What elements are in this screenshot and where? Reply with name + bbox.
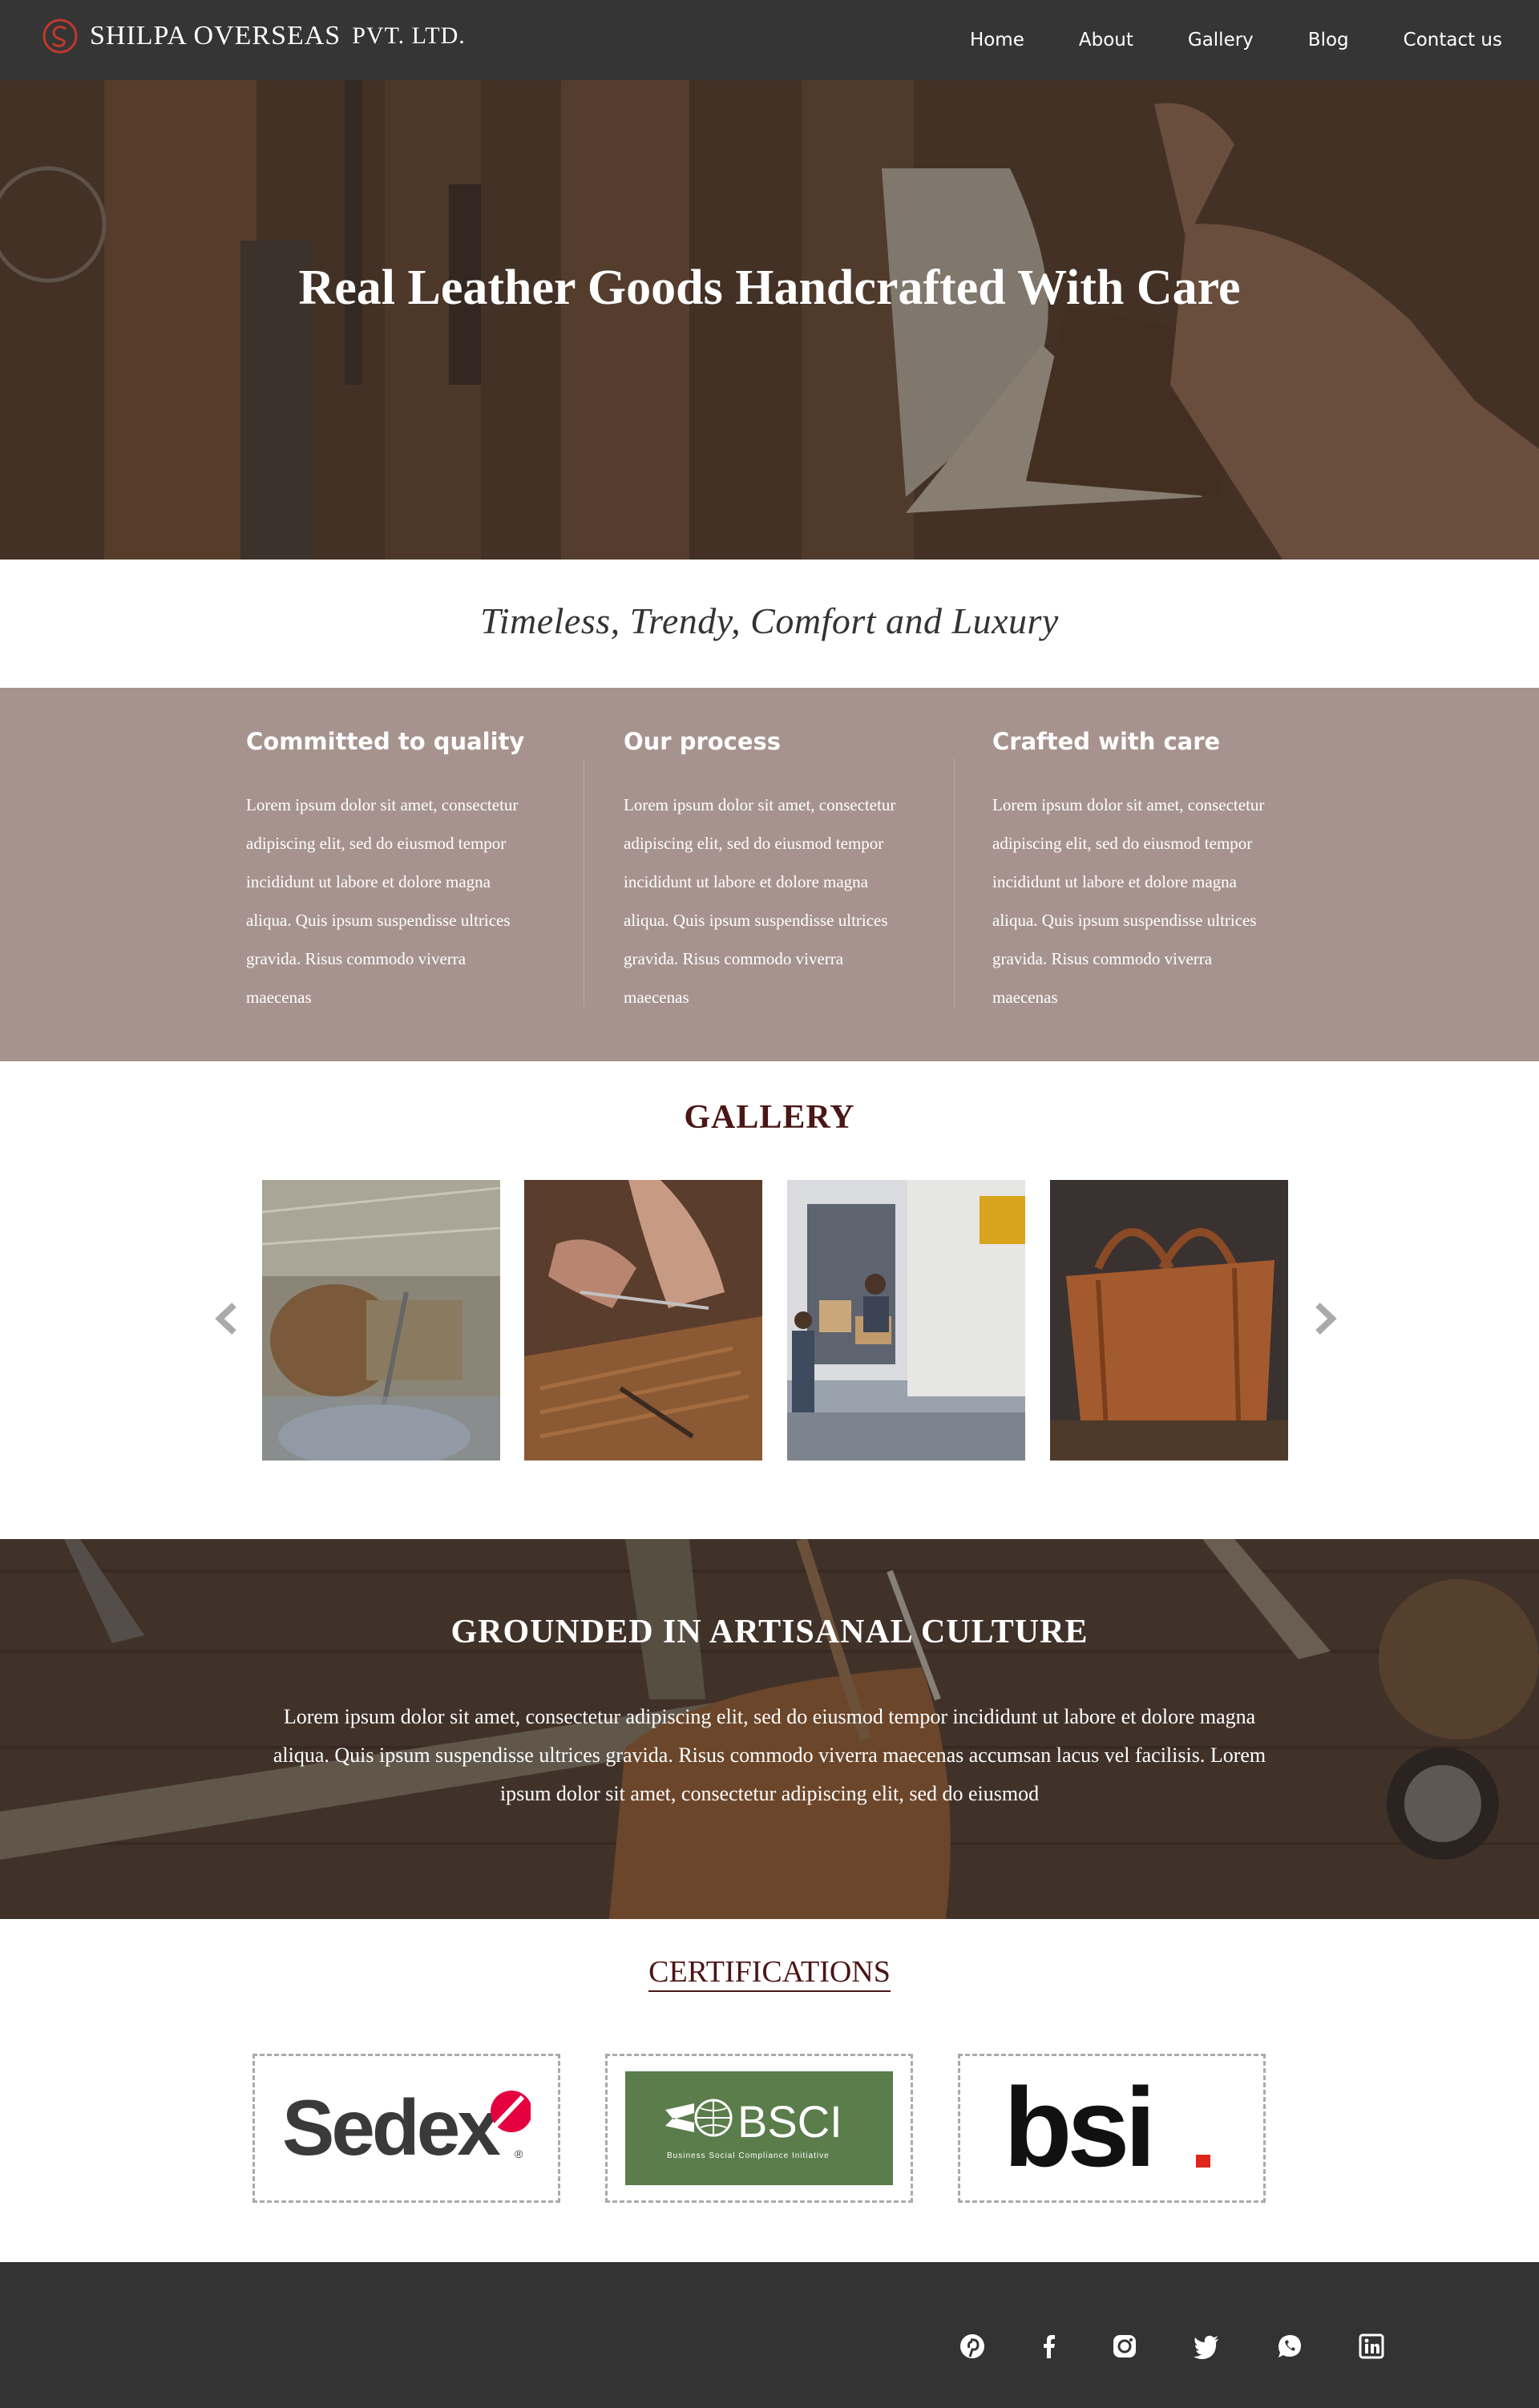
gallery-image-delivery[interactable] — [787, 1180, 1025, 1461]
facebook-icon[interactable] — [1036, 2333, 1063, 2360]
sedex-logo: Sedex ® — [282, 2084, 531, 2172]
feature-body: Lorem ipsum dolor sit amet, consectetur … — [992, 795, 1265, 1007]
gallery-image-handbag[interactable] — [1050, 1180, 1288, 1461]
pinterest-icon[interactable] — [959, 2333, 986, 2360]
instagram-icon[interactable] — [1111, 2333, 1138, 2360]
chevron-left-icon[interactable] — [210, 1299, 242, 1339]
nav-gallery[interactable]: Gallery — [1188, 30, 1254, 51]
linkedin-icon[interactable] — [1358, 2333, 1385, 2360]
nav-home[interactable]: Home — [970, 30, 1024, 51]
tagline-section: Timeless, Trendy, Comfort and Luxury — [0, 560, 1539, 688]
feature-quality: Committed to quality Lorem ipsum dolor s… — [246, 728, 551, 1016]
feature-process: Our process Lorem ipsum dolor sit amet, … — [624, 728, 928, 1016]
feature-title: Our process — [624, 728, 782, 755]
factory-machinery-image — [262, 1180, 500, 1461]
feature-body: Lorem ipsum dolor sit amet, consectetur … — [624, 795, 896, 1007]
leather-cutting-image — [524, 1180, 762, 1461]
certifications-title-text: CERTIFICATIONS — [648, 1955, 891, 1992]
footer — [0, 2262, 1539, 2408]
feature-title: Committed to quality — [246, 728, 525, 755]
artisanal-section: GROUNDED IN ARTISANAL CULTURE Lorem ipsu… — [0, 1539, 1539, 1919]
brand-name: SHILPA OVERSEAS — [90, 21, 341, 51]
brand[interactable]: SHILPA OVERSEAS PVT. LTD. — [42, 18, 466, 55]
nav-blog[interactable]: Blog — [1308, 30, 1349, 51]
whatsapp-icon[interactable] — [1276, 2333, 1303, 2360]
bsci-logo-subtext: Business Social Compliance Initiative — [667, 2151, 830, 2160]
nav-links: Home About Gallery Blog Contact us — [915, 0, 1502, 80]
tagline-text: Timeless, Trendy, Comfort and Luxury — [480, 600, 1059, 641]
hero-title: Real Leather Goods Handcrafted With Care — [298, 261, 1241, 315]
artisanal-body: Lorem ipsum dolor sit amet, consectetur … — [273, 1705, 1266, 1805]
gallery-image-leather-cutting[interactable] — [524, 1180, 762, 1461]
hero-background-image — [0, 80, 1539, 560]
twitter-icon[interactable] — [1193, 2333, 1220, 2360]
gallery-title: GALLERY — [684, 1099, 855, 1136]
top-navbar: SHILPA OVERSEAS PVT. LTD. Home About Gal… — [0, 0, 1539, 80]
nav-about[interactable]: About — [1079, 30, 1133, 51]
brand-logo-icon — [42, 18, 78, 54]
chevron-right-icon[interactable] — [1310, 1299, 1342, 1339]
hero-banner: Real Leather Goods Handcrafted With Care — [0, 80, 1539, 560]
artisanal-title: GROUNDED IN ARTISANAL CULTURE — [450, 1614, 1089, 1650]
feature-body: Lorem ipsum dolor sit amet, consectetur … — [246, 795, 519, 1007]
gallery-image-factory[interactable] — [262, 1180, 500, 1461]
bsci-logo: BSCI Business Social Compliance Initiati… — [625, 2071, 893, 2185]
cert-bsi: bsi — [958, 2054, 1266, 2203]
sedex-logo-text: Sedex — [282, 2084, 500, 2172]
delivery-truck-image — [787, 1180, 1025, 1461]
certifications-title: CERTIFICATIONS — [0, 1954, 1539, 1992]
feature-title: Crafted with care — [992, 728, 1221, 755]
cert-sedex: Sedex ® — [252, 2054, 560, 2203]
leather-handbag-image — [1050, 1180, 1288, 1461]
bsci-logo-text: BSCI — [737, 2096, 842, 2147]
sedex-logo-mark: ® — [515, 2147, 523, 2160]
bsi-logo-text: bsi — [1004, 2076, 1151, 2180]
nav-contact[interactable]: Contact us — [1404, 30, 1502, 51]
features-section: Committed to quality Lorem ipsum dolor s… — [0, 688, 1539, 1061]
bsi-logo: bsi — [1004, 2076, 1210, 2180]
feature-divider — [954, 758, 955, 1007]
feature-crafted: Crafted with care Lorem ipsum dolor sit … — [992, 728, 1297, 1016]
cert-bsci: BSCI Business Social Compliance Initiati… — [605, 2054, 913, 2203]
brand-suffix: PVT. LTD. — [352, 22, 466, 49]
